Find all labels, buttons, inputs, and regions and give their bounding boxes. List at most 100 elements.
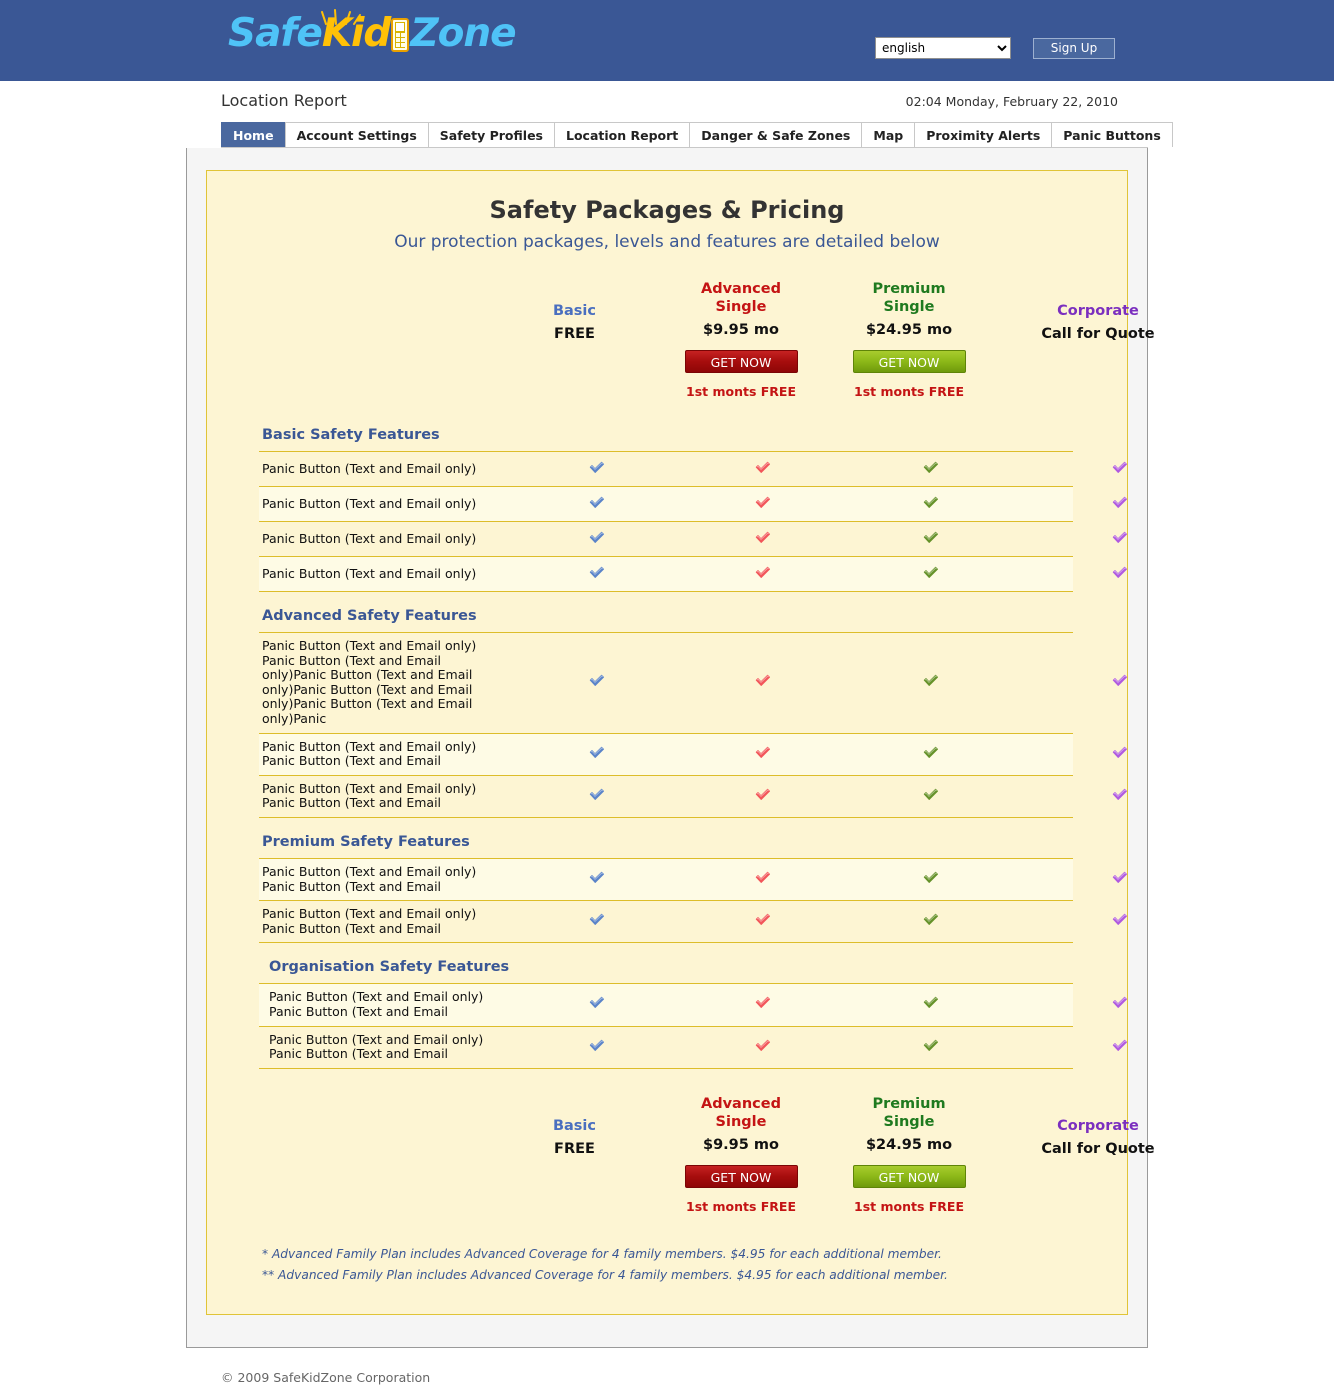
promo-text-advanced: 1st monts FREE [686,384,796,399]
cellphone-icon [391,18,410,52]
feature-check-cell [679,495,847,514]
tab-safety-profiles[interactable]: Safety Profiles [427,122,555,147]
plan-name-line2: Single [883,1113,935,1130]
copyright-text: © 2009 SafeKidZone Corporation [221,1370,431,1385]
tab-panic-buttons[interactable]: Panic Buttons [1051,122,1173,147]
tab-proximity-alerts[interactable]: Proximity Alerts [914,122,1053,147]
check-corporate-icon [1112,674,1128,688]
plan-column-basic: Basic FREE [492,280,657,342]
feature-check-cell [847,460,1015,479]
feature-check-cell [1015,870,1225,889]
feature-check-cell [847,495,1015,514]
feature-row: Panic Button (Text and Email only) Panic… [259,984,1127,1027]
feature-row: Panic Button (Text and Email only) Panic… [259,776,1127,818]
feature-check-cell [1015,787,1225,806]
feature-check-cell [1015,495,1225,514]
feature-check-cell [847,870,1015,889]
feature-check-cell [847,565,1015,584]
promo-text-premium: 1st monts FREE [854,384,964,399]
feature-label: Panic Button (Text and Email only) Panic… [262,738,477,769]
feature-check-cell [514,912,679,931]
feature-check-cell [679,787,847,806]
check-corporate-icon [1112,788,1128,802]
plan-name-line2: Single [715,1113,767,1130]
feature-check-cell [1015,1038,1225,1057]
feature-row: Panic Button (Text and Email only) Panic… [259,733,1127,776]
language-select[interactable]: english [875,37,1011,59]
plan-price-basic: FREE [554,1140,595,1157]
plan-name-corporate: Corporate [1057,1117,1139,1134]
site-header: SafeKid Zone english Sign Up [0,0,1334,81]
tab-danger-safe-zones[interactable]: Danger & Safe Zones [689,122,863,147]
feature-check-cell [1015,460,1225,479]
check-advanced-icon [755,674,771,688]
signup-button[interactable]: Sign Up [1033,37,1115,59]
check-corporate-icon [1112,566,1128,580]
check-advanced-icon [755,913,771,927]
site-logo[interactable]: SafeKid Zone [228,14,517,53]
get-now-button-advanced-top[interactable]: GET NOW [684,350,798,373]
pricing-header-top: Basic FREE Advanced Single $9.95 mo GET NOW 1s… [207,280,1155,399]
check-advanced-icon [755,788,771,802]
feature-check-cell [514,565,679,584]
pricing-panel: Safety Packages & Pricing Our protection… [206,170,1155,1315]
feature-check-cell [514,460,679,479]
check-advanced-icon [755,496,771,510]
check-basic-icon [589,461,605,475]
timestamp: 02:04 Monday, February 22, 2010 [905,94,1118,109]
tab-location-report[interactable]: Location Report [554,122,691,147]
plan-name-line1: Advanced [701,281,781,297]
panel-subtitle: Our protection packages, levels and feat… [394,232,940,252]
plan-name-advanced: Advanced Single [657,1095,825,1131]
promo-text-advanced: 1st monts FREE [686,1198,796,1214]
check-basic-icon [589,1039,605,1053]
plan-price-corporate: Call for Quote [1041,1140,1155,1157]
page-title-row: Location Report 02:04 Monday, February 2… [0,81,1334,121]
feature-check-cell [679,995,847,1014]
plan-name-line1: Advanced [701,1095,781,1112]
section-heading-organisation: Organisation Safety Features [259,943,1073,985]
footnotes: * Advanced Family Plan includes Advanced… [207,1244,1127,1286]
feature-check-cell [847,530,1015,549]
header-controls: english Sign Up [875,37,1115,59]
check-corporate-icon [1112,996,1128,1010]
plan-price-corporate: Call for Quote [1041,326,1155,342]
feature-check-cell [514,787,679,806]
check-premium-icon [923,461,939,475]
check-premium-icon [923,531,939,545]
feature-row: Panic Button (Text and Email only) [259,487,1127,522]
plan-column-premium: Premium Single $24.95 mo GET NOW 1st monts F… [825,1095,993,1214]
plan-name-line1: Premium [872,281,946,297]
feature-check-cell [679,565,847,584]
feature-row: Panic Button (Text and Email only) Panic… [259,633,1127,734]
check-advanced-icon [755,996,771,1010]
section-heading-premium: Premium Safety Features [259,818,1073,859]
get-now-button-advanced-bottom[interactable]: GET NOW [684,1164,798,1188]
check-premium-icon [923,996,939,1010]
feature-row: Panic Button (Text and Email only) [259,557,1127,592]
get-now-button-premium-bottom[interactable]: GET NOW [852,1164,966,1188]
plan-name-basic: Basic [552,1117,597,1134]
feature-check-cell [514,870,679,889]
check-advanced-icon [755,461,771,475]
feature-check-cell [847,1038,1015,1057]
feature-label: Panic Button (Text and Email only) Panic… [262,906,477,936]
check-basic-icon [589,871,605,885]
feature-label: Panic Button (Text and Email only) [262,530,477,546]
check-advanced-icon [755,746,771,760]
plan-price-basic: FREE [554,326,595,342]
tab-map[interactable]: Map [861,122,916,147]
feature-check-cell [679,673,847,692]
feature-check-cell [847,673,1015,692]
tab-account-settings[interactable]: Account Settings [284,122,429,147]
check-basic-icon [589,996,605,1010]
get-now-button-premium-top[interactable]: GET NOW [852,350,966,373]
feature-check-cell [514,1038,679,1057]
feature-check-cell [679,460,847,479]
plan-name-line2: Single [715,299,767,315]
feature-check-cell [679,912,847,931]
tab-home[interactable]: Home [221,122,286,147]
plan-name-premium: Premium Single [825,1095,993,1131]
check-premium-icon [923,674,939,688]
feature-check-cell [679,745,847,764]
